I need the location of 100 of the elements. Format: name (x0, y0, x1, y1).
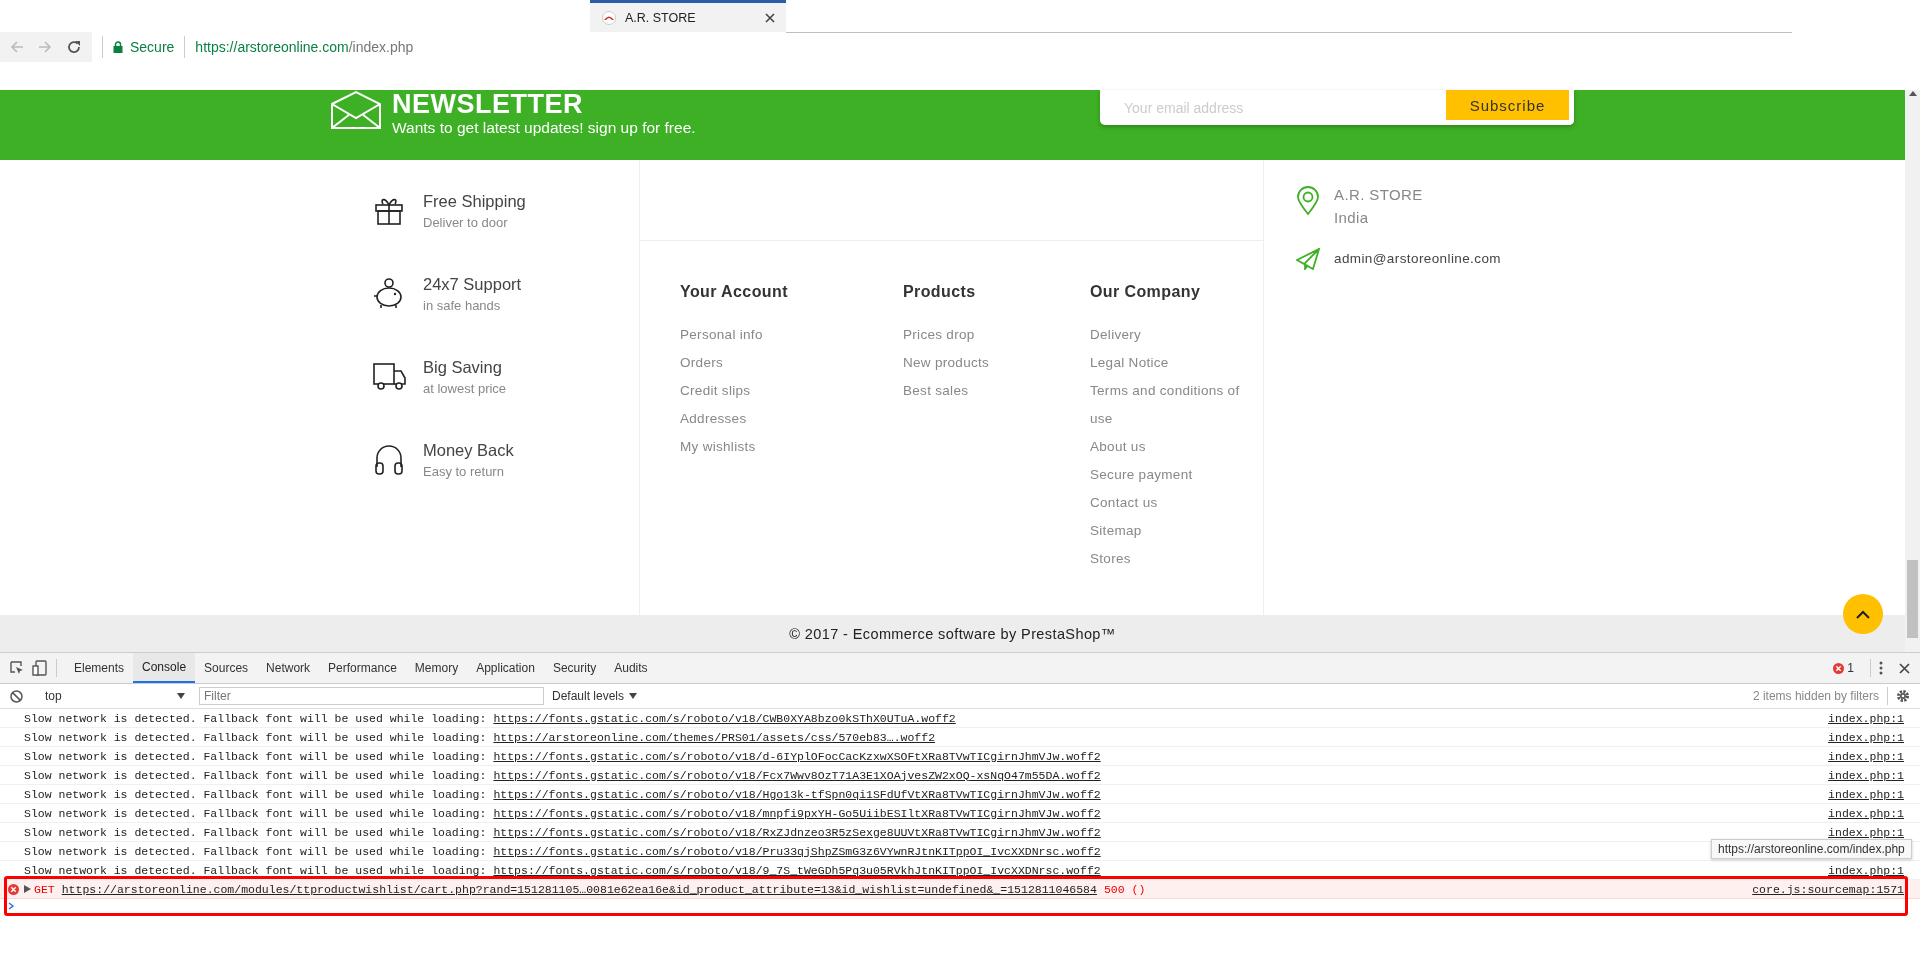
browser-tab[interactable]: A.R. STORE (590, 0, 786, 32)
source-link[interactable]: core.js:sourcemap:1571 (1752, 882, 1904, 896)
source-link[interactable]: index.php:1 (1828, 730, 1904, 744)
context-selector[interactable]: top (33, 689, 193, 703)
hidden-items-note: 2 items hidden by filters (1752, 689, 1879, 703)
console-message: Slow network is detected. Fallback font will be used while loading: (24, 749, 487, 763)
footer-link[interactable]: Legal Notice (1090, 349, 1169, 377)
paper-plane-icon (1296, 248, 1320, 270)
device-toolbar-icon[interactable] (32, 660, 48, 676)
footer-link[interactable]: New products (903, 349, 990, 377)
feature-subtitle: at lowest price (423, 381, 507, 396)
source-link[interactable]: index.php:1 (1828, 749, 1904, 763)
devtools-tab[interactable]: Audits (605, 653, 657, 683)
settings-icon[interactable] (1896, 689, 1910, 703)
resource-link[interactable]: https://arstoreonline.com/themes/PRS01/assets/css/570eb83….woff2 (493, 730, 936, 744)
footer-link[interactable]: Prices drop (903, 321, 975, 349)
console-message: Slow network is detected. Fallback font will be used while loading: (24, 863, 487, 877)
subscribe-button[interactable]: Subscribe (1446, 90, 1574, 125)
resource-link[interactable]: https://fonts.gstatic.com/s/roboto/v18/Hgo13k-tfSpn0qi1SFdUfVtXRa8TVwTICgirnJhmVJw.woff2 (493, 787, 1101, 801)
footer-link[interactable]: Credit slips (680, 377, 751, 405)
console-message: Slow network is detected. Fallback font will be used while loading: (24, 844, 487, 858)
column-heading: Your Account (680, 283, 789, 301)
newsletter-title: NEWSLETTER (392, 90, 584, 118)
devtools-tab[interactable]: Application (467, 653, 544, 683)
request-method: GET (34, 882, 55, 896)
resource-link[interactable]: https://fonts.gstatic.com/s/roboto/v18/9_7S_tWeGDh5Pq3u05RVkhJtnKITppOI_IvcXXDNrsc.woff2 (493, 863, 1101, 877)
footer-link[interactable]: Sitemap (1090, 517, 1142, 545)
source-link[interactable]: index.php:1 (1828, 825, 1904, 839)
console-message: Slow network is detected. Fallback font will be used while loading: (24, 806, 487, 820)
footer-link[interactable]: Terms and conditions of use (1090, 377, 1250, 433)
tab-title: A.R. STORE (625, 10, 697, 25)
devtools-tab[interactable]: Console (133, 653, 196, 683)
expand-arrow-icon[interactable] (24, 885, 31, 893)
footer-link[interactable]: Best sales (903, 377, 969, 405)
resource-link[interactable]: https://fonts.gstatic.com/s/roboto/v18/mnpfi9pxYH-Go5UiibESIltXRa8TVwTICgirnJhmVJw.woff2 (493, 806, 1101, 820)
store-email-link[interactable]: admin@arstoreonline.com (1334, 251, 1501, 266)
levels-dropdown[interactable]: Default levels (552, 689, 638, 703)
scrollbar-thumb[interactable] (1907, 560, 1918, 638)
column-heading: Products (903, 283, 977, 301)
more-options-icon[interactable] (1879, 661, 1883, 675)
close-icon[interactable] (1899, 662, 1910, 674)
column-heading: Our Company (1090, 283, 1202, 301)
scroll-to-top-button[interactable] (1843, 594, 1883, 634)
newsletter-subtitle: Wants to get latest updates! sign up for free. (392, 118, 696, 138)
console-message: Slow network is detected. Fallback font will be used while loading: (24, 787, 487, 801)
footer-link[interactable]: Secure payment (1090, 461, 1193, 489)
context-label: top (45, 689, 62, 703)
footer-link[interactable]: Addresses (680, 405, 747, 433)
feature-subtitle: Easy to return (423, 464, 505, 479)
feature-title: Money Back (423, 441, 514, 460)
footer-link[interactable]: About us (1090, 433, 1146, 461)
inspect-element-icon[interactable] (10, 661, 24, 675)
error-count: 1 (1847, 661, 1854, 675)
feature-subtitle: Deliver to door (423, 215, 509, 230)
reload-icon[interactable] (66, 39, 82, 55)
devtools-tab[interactable]: Sources (195, 653, 258, 683)
page-scrollbar[interactable] (1905, 90, 1920, 652)
devtools-tab[interactable]: Performance (319, 653, 406, 683)
footer-link[interactable]: Delivery (1090, 321, 1142, 349)
copyright-bar: © 2017 - Ecommerce software by PrestaShop™ (0, 615, 1905, 652)
dropdown-arrow-icon (177, 693, 185, 699)
error-icon (8, 883, 19, 895)
store-country: India (1334, 209, 1370, 226)
security-label: Secure (130, 39, 175, 55)
source-link[interactable]: index.php:1 (1828, 863, 1904, 877)
address-bar-url[interactable]: https://arstoreonline.com/index.php (195, 39, 414, 55)
prompt-chevron-icon (8, 902, 14, 910)
resource-link[interactable]: https://fonts.gstatic.com/s/roboto/v18/Fcx7Wwv8OzT71A3E1XOAjvesZW2xOQ-xsNqO47m55DA.woff2 (493, 768, 1101, 782)
devtools-tab[interactable]: Network (257, 653, 320, 683)
feature-title: 24x7 Support (423, 275, 522, 294)
request-url[interactable]: https://arstoreonline.com/modules/ttproductwishlist/cart.php?rand=151281105…0081e62ea16e&id_product_attribute=13&id_wishlist=undefined&_=1512811046584 (61, 882, 1097, 896)
site-favicon-icon (602, 10, 616, 25)
feature-title: Free Shipping (423, 192, 526, 211)
devtools-tab[interactable]: Security (543, 653, 606, 683)
source-link[interactable]: index.php:1 (1828, 787, 1904, 801)
levels-label: Default levels (552, 689, 625, 703)
store-name: A.R. STORE (1334, 186, 1423, 203)
link-tooltip: https://arstoreonline.com/index.php (1711, 839, 1912, 859)
footer-link[interactable]: Personal info (680, 321, 763, 349)
devtools-tab[interactable]: Elements (65, 653, 134, 683)
dropdown-arrow-icon (629, 693, 638, 699)
resource-link[interactable]: https://fonts.gstatic.com/s/roboto/v18/CWB0XYA8bzo0kSThX0UTuA.woff2 (493, 711, 956, 725)
footer-link[interactable]: Stores (1090, 545, 1131, 573)
source-link[interactable]: index.php:1 (1828, 768, 1904, 782)
filter-field[interactable]: Filter (199, 687, 544, 705)
resource-link[interactable]: https://fonts.gstatic.com/s/roboto/v18/d-6IYplOFocCacKzxwXSOFtXRa8TVwTICgirnJhmVJw.woff2 (493, 749, 1101, 763)
resource-link[interactable]: https://fonts.gstatic.com/s/roboto/v18/RxZJdnzeo3R5zSexge8UUVtXRa8TVwTICgirnJhmVJw.woff2 (493, 825, 1101, 839)
source-link[interactable]: index.php:1 (1828, 711, 1904, 725)
resource-link[interactable]: https://fonts.gstatic.com/s/roboto/v18/Pru33qjShpZSmG3z6VYwnRJtnKITppOI_IvcXXDNrsc.woff2 (493, 844, 1101, 858)
feature-title: Big Saving (423, 358, 503, 377)
error-icon (1833, 662, 1845, 674)
feature-subtitle: in safe hands (423, 298, 502, 313)
clear-console-icon[interactable] (10, 689, 23, 703)
footer-link[interactable]: Orders (680, 349, 724, 377)
footer-link[interactable]: Contact us (1090, 489, 1158, 517)
console-message: Slow network is detected. Fallback font will be used while loading: (24, 711, 487, 725)
close-icon[interactable] (764, 11, 776, 24)
source-link[interactable]: index.php:1 (1828, 806, 1904, 820)
footer-link[interactable]: My wishlists (680, 433, 756, 461)
devtools-tab[interactable]: Memory (405, 653, 468, 683)
